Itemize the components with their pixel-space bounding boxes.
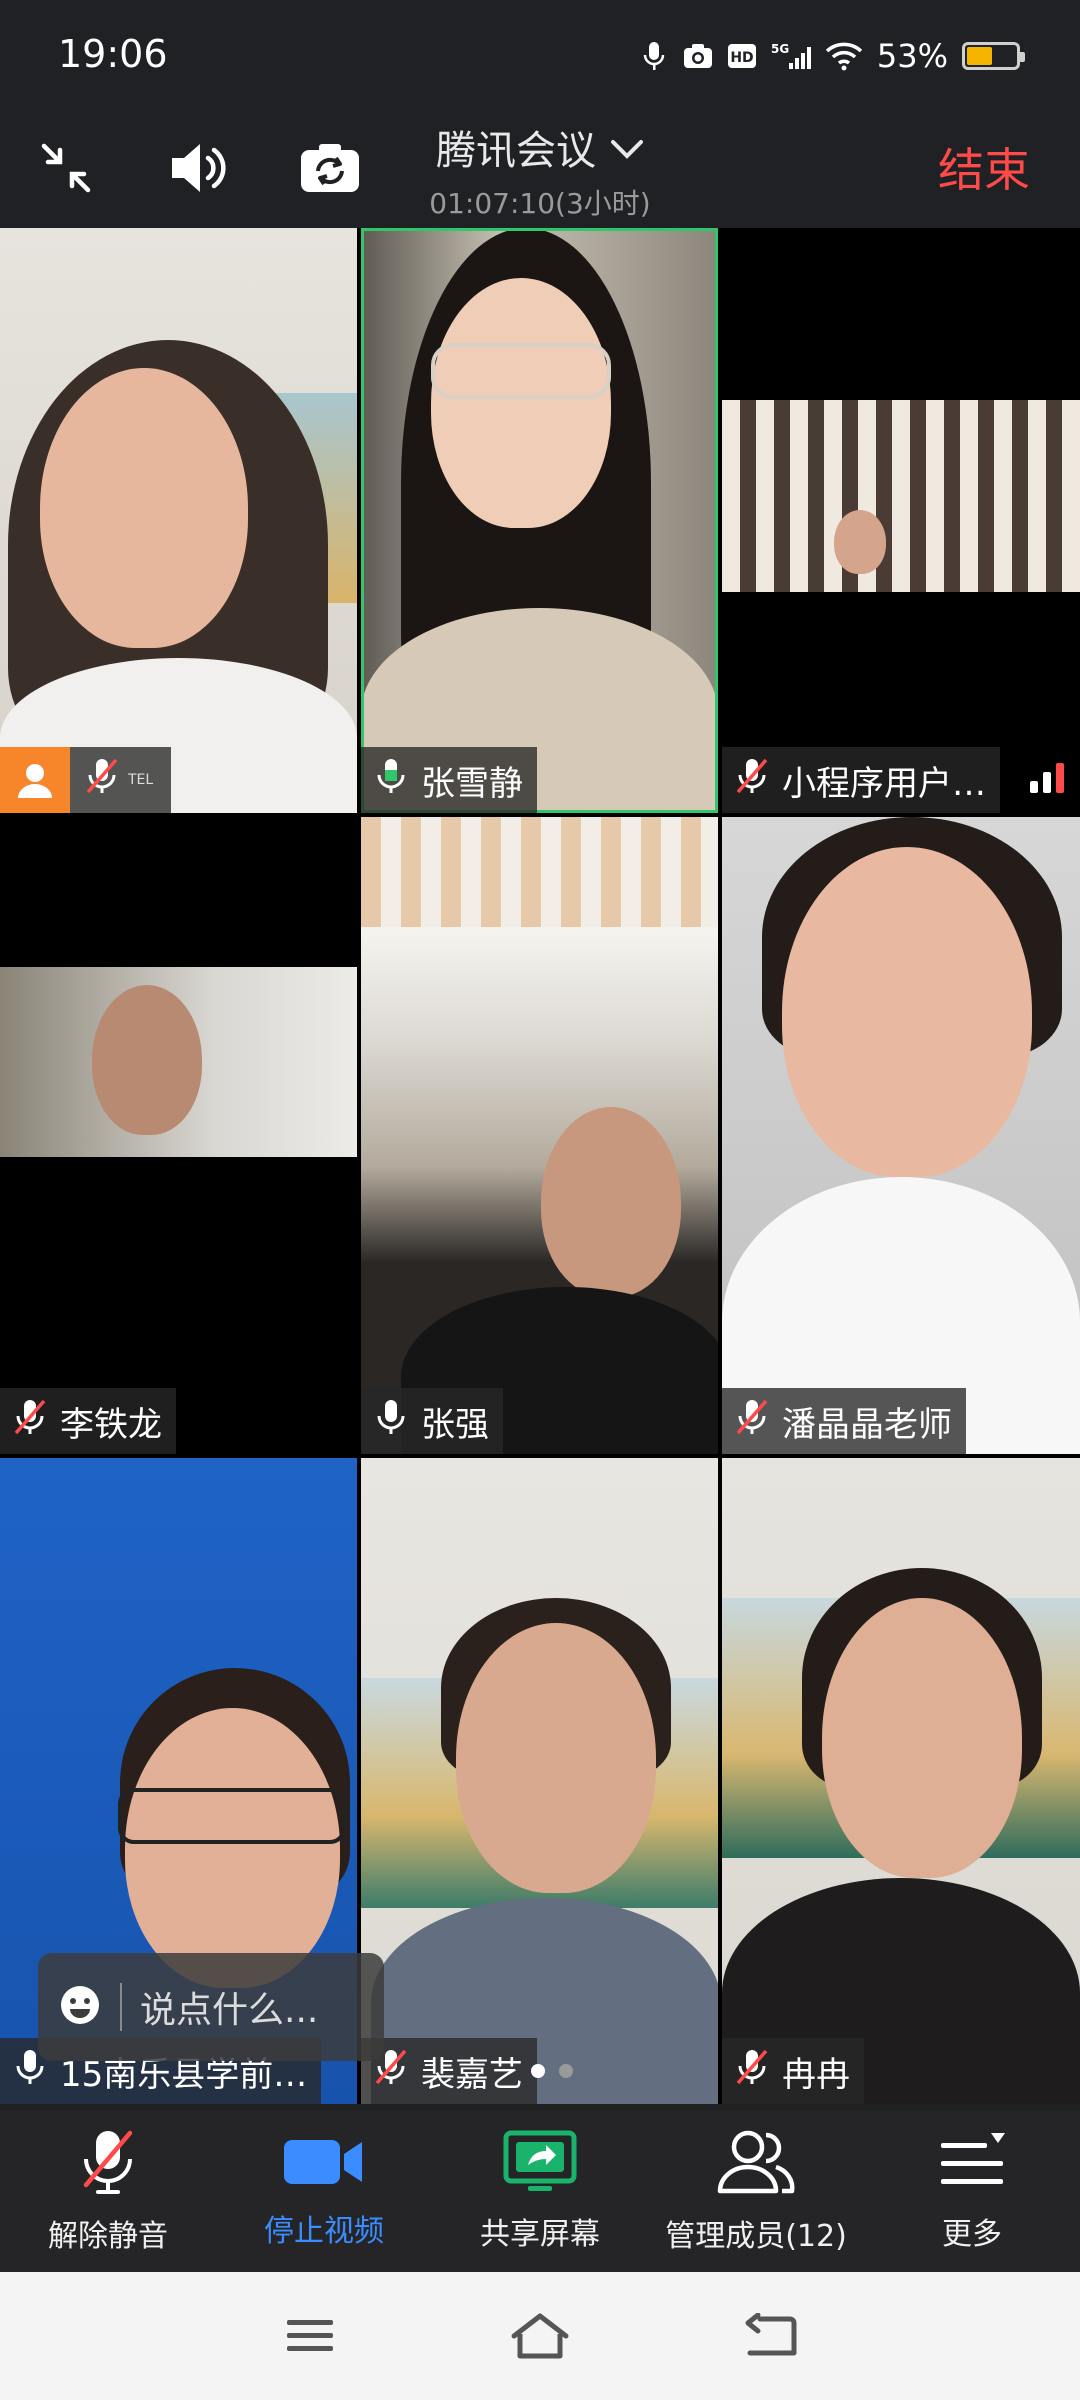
stop-video-label: 停止视频 — [264, 2214, 384, 2249]
tel-tag: TEL — [128, 772, 154, 788]
page-dot-active — [531, 2064, 545, 2078]
participant-name: 李铁龙 — [60, 1404, 162, 1445]
participant-tile[interactable]: 小程序用户… — [722, 228, 1080, 813]
home-icon[interactable] — [505, 2301, 575, 2371]
share-screen-label: 共享屏幕 — [480, 2217, 600, 2252]
participant-tile[interactable]: 潘晶晶老师 — [722, 817, 1080, 1454]
meeting-title-area[interactable]: 腾讯会议 01:07:10(3小时) — [0, 118, 1080, 222]
clock: 19:06 — [58, 32, 168, 76]
page-indicator — [531, 2064, 573, 2078]
camera-indicator-icon — [683, 41, 713, 71]
participant-tile[interactable]: 冉冉 — [722, 1458, 1080, 2104]
participant-label: 裴嘉艺 — [361, 2038, 537, 2104]
participant-name: 冉冉 — [782, 2054, 850, 2095]
system-nav-bar — [0, 2272, 1080, 2400]
avatar-icon — [0, 747, 70, 813]
meeting-title[interactable]: 腾讯会议 — [436, 118, 596, 176]
participant-face — [822, 1598, 1022, 1878]
participant-face — [125, 1708, 340, 1988]
status-bar: 19:06 HD 5G 53% — [0, 0, 1080, 110]
microphone-indicator-icon — [639, 41, 669, 71]
manage-members-label: 管理成员(12) — [665, 2219, 847, 2254]
participant-name: 张雪静 — [421, 763, 523, 804]
emoji-icon[interactable] — [58, 1983, 102, 2031]
members-icon — [714, 2127, 798, 2201]
participant-face — [92, 985, 202, 1135]
mic-muted-icon — [732, 1397, 772, 1446]
chat-input-bubble[interactable]: 说点什么... — [38, 1953, 384, 2061]
participant-name: 裴嘉艺 — [421, 2054, 523, 2095]
participant-face — [431, 278, 611, 528]
share-screen-button[interactable]: 共享屏幕 — [432, 2110, 648, 2272]
glasses — [431, 343, 611, 399]
participant-tile[interactable]: 张强 — [361, 817, 718, 1454]
network-type-text: 5G — [771, 42, 789, 56]
meeting-header: 腾讯会议 01:07:10(3小时) 结束 — [0, 110, 1080, 228]
participant-name: 小程序用户… — [782, 763, 986, 804]
participant-label: 李铁龙 — [0, 1388, 176, 1454]
mic-muted-icon — [10, 1397, 50, 1446]
mic-muted-icon — [732, 2047, 772, 2096]
wifi-icon — [825, 41, 863, 71]
stop-video-button[interactable]: 停止视频 — [216, 2110, 432, 2272]
hd-icon: HD — [727, 41, 757, 71]
participant-label: 张强 — [361, 1388, 503, 1454]
participant-status: TEL — [70, 756, 171, 805]
menu-more-icon — [937, 2129, 1007, 2199]
participant-label: 小程序用户… — [722, 747, 1000, 813]
video-grid: TEL 张雪静 小程序用户… 李铁龙 张强 潘晶晶老师 15南乐县学前… 裴嘉艺… — [0, 228, 1080, 2104]
chevron-down-icon[interactable] — [610, 124, 644, 170]
unmute-label: 解除静音 — [48, 2219, 168, 2254]
participant-label: TEL — [0, 747, 172, 813]
glasses — [118, 1788, 346, 1844]
status-icons: HD 5G 53% — [639, 36, 1025, 76]
participant-face — [40, 368, 248, 648]
mic-muted-icon — [76, 2127, 140, 2201]
divider — [120, 1983, 122, 2031]
participant-name: 张强 — [421, 1404, 489, 1445]
meeting-toolbar: 解除静音 停止视频 共享屏幕 管理成员(12) 更多 — [0, 2110, 1080, 2272]
participant-face — [456, 1623, 656, 1893]
participant-face — [834, 510, 886, 574]
participant-name: 潘晶晶老师 — [782, 1404, 952, 1445]
mic-on-icon — [371, 756, 411, 805]
video-feed — [722, 400, 1080, 592]
chat-placeholder[interactable]: 说点什么... — [140, 1981, 318, 2033]
share-screen-icon — [502, 2129, 578, 2199]
end-meeting-button[interactable]: 结束 — [938, 134, 1030, 200]
recent-apps-icon[interactable] — [275, 2301, 345, 2371]
participant-label: 冉冉 — [722, 2038, 864, 2104]
ceiling — [361, 817, 718, 927]
meeting-duration: 01:07:10(3小时) — [429, 187, 651, 220]
mic-on-icon — [371, 1397, 411, 1446]
participant-tile[interactable]: 李铁龙 — [0, 817, 357, 1454]
svg-text:HD: HD — [730, 50, 753, 66]
network-signal-icon — [1028, 761, 1068, 799]
unmute-button[interactable]: 解除静音 — [0, 2110, 216, 2272]
participant-label: 张雪静 — [361, 747, 537, 813]
participant-tile[interactable]: TEL — [0, 228, 357, 813]
participant-tile-active-speaker[interactable]: 张雪静 — [361, 228, 718, 813]
mic-muted-icon — [732, 756, 772, 805]
manage-members-button[interactable]: 管理成员(12) — [648, 2110, 864, 2272]
more-label: 更多 — [942, 2217, 1002, 2252]
participant-tile[interactable]: 裴嘉艺 — [361, 1458, 718, 2104]
battery-icon — [962, 42, 1025, 70]
participant-label: 潘晶晶老师 — [722, 1388, 966, 1454]
battery-percent: 53% — [876, 37, 948, 75]
cellular-signal-icon: 5G — [771, 41, 811, 71]
page-dot — [559, 2064, 573, 2078]
back-icon[interactable] — [735, 2301, 805, 2371]
more-button[interactable]: 更多 — [864, 2110, 1080, 2272]
participant-face — [782, 847, 1032, 1177]
video-camera-icon — [282, 2132, 366, 2196]
mic-muted-icon — [82, 756, 122, 805]
participant-face — [541, 1107, 681, 1297]
